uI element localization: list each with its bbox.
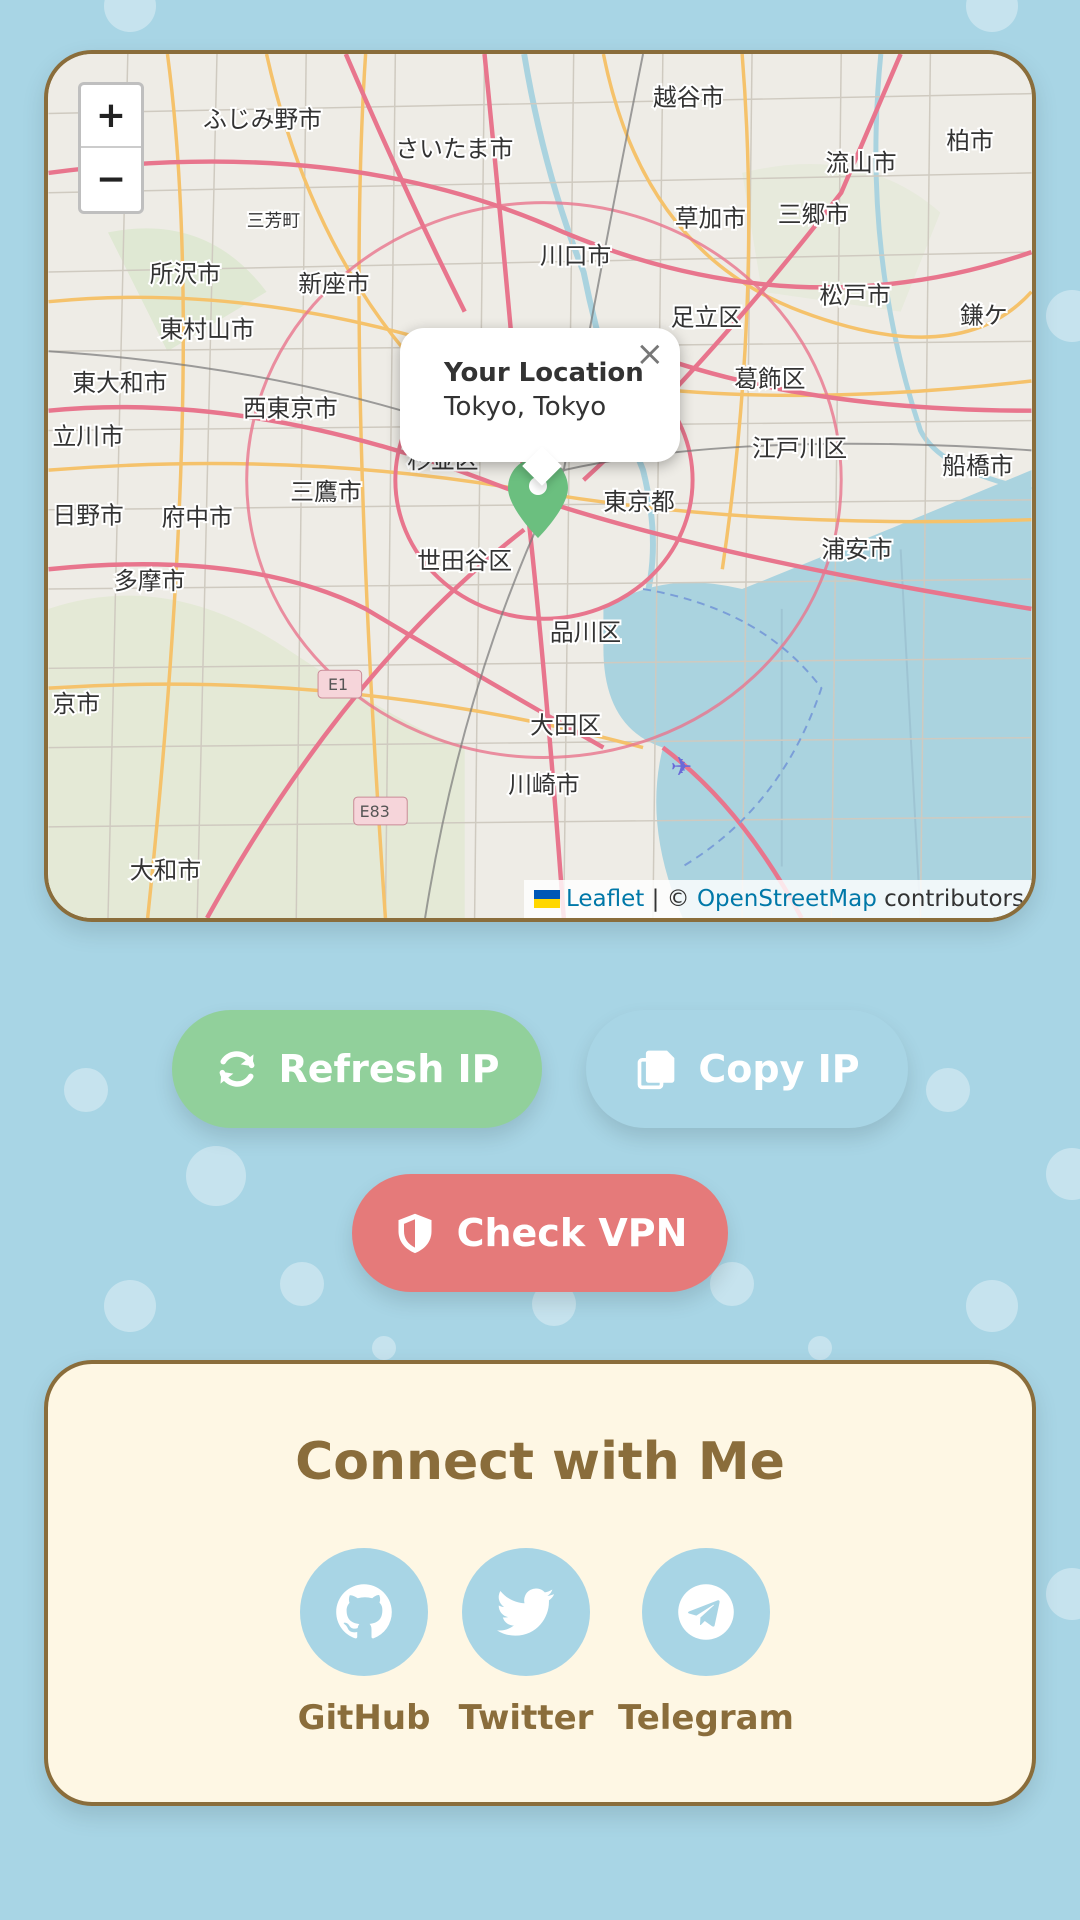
svg-text:E83: E83 bbox=[360, 802, 390, 821]
shield-icon bbox=[398, 1213, 432, 1254]
popup-close-icon[interactable]: × bbox=[636, 334, 665, 374]
svg-text:所沢市: 所沢市 bbox=[150, 260, 221, 288]
refresh-ip-label: Refresh IP bbox=[278, 1047, 500, 1091]
svg-text:立川市: 立川市 bbox=[53, 422, 124, 450]
check-vpn-button[interactable]: Check VPN bbox=[352, 1174, 728, 1292]
svg-text:京市: 京市 bbox=[53, 690, 101, 718]
svg-text:江戸川区: 江戸川区 bbox=[752, 434, 847, 462]
svg-text:世田谷区: 世田谷区 bbox=[417, 547, 512, 575]
twitter-label: Twitter bbox=[458, 1698, 594, 1738]
twitter-button[interactable] bbox=[462, 1548, 590, 1676]
telegram-label: Telegram bbox=[618, 1698, 794, 1738]
svg-text:松戸市: 松戸市 bbox=[819, 282, 890, 310]
zoom-control: + − bbox=[78, 82, 144, 214]
svg-text:東村山市: 東村山市 bbox=[160, 315, 255, 343]
svg-text:多摩市: 多摩市 bbox=[114, 567, 185, 595]
svg-text:大和市: 大和市 bbox=[130, 856, 201, 884]
svg-text:葛飾区: 葛飾区 bbox=[734, 365, 805, 393]
github-button[interactable] bbox=[300, 1548, 428, 1676]
leaflet-link[interactable]: Leaflet bbox=[566, 886, 644, 912]
svg-text:ふじみ野市: ふじみ野市 bbox=[203, 105, 322, 133]
svg-text:鎌ケ: 鎌ケ bbox=[960, 302, 1008, 330]
svg-text:川崎市: 川崎市 bbox=[508, 771, 579, 799]
svg-text:浦安市: 浦安市 bbox=[821, 535, 892, 563]
location-map[interactable]: ✈ E1 E83 越谷市 ふじみ野市 さいたま市 柏市 流山市 三芳町 草加市 … bbox=[44, 50, 1036, 922]
svg-text:品川区: 品川区 bbox=[550, 619, 621, 647]
svg-text:越谷市: 越谷市 bbox=[653, 84, 724, 112]
zoom-in-button[interactable]: + bbox=[81, 85, 141, 148]
svg-text:西東京市: 西東京市 bbox=[243, 395, 338, 423]
openstreetmap-link[interactable]: OpenStreetMap bbox=[697, 886, 877, 912]
connect-card: Connect with Me GitHub Twitter Telegram bbox=[44, 1360, 1036, 1806]
attribution-separator: | © bbox=[644, 886, 697, 912]
zoom-out-button[interactable]: − bbox=[81, 148, 141, 211]
svg-text:草加市: 草加市 bbox=[675, 204, 746, 232]
refresh-ip-button[interactable]: Refresh IP bbox=[172, 1010, 542, 1128]
svg-text:日野市: 日野市 bbox=[53, 502, 124, 530]
svg-text:三郷市: 三郷市 bbox=[778, 200, 849, 228]
svg-text:府中市: 府中市 bbox=[162, 504, 233, 532]
svg-text:さいたま市: さいたま市 bbox=[395, 135, 513, 163]
svg-text:柏市: 柏市 bbox=[946, 127, 994, 155]
svg-text:東大和市: 東大和市 bbox=[72, 369, 167, 397]
svg-text:川口市: 川口市 bbox=[540, 242, 611, 270]
check-vpn-label: Check VPN bbox=[456, 1211, 688, 1255]
twitter-icon bbox=[497, 1588, 555, 1636]
svg-text:足立区: 足立区 bbox=[671, 303, 742, 331]
svg-text:三芳町: 三芳町 bbox=[247, 210, 301, 231]
svg-text:大田区: 大田区 bbox=[530, 712, 601, 740]
copy-ip-label: Copy IP bbox=[698, 1047, 860, 1091]
svg-text:東京都: 東京都 bbox=[603, 488, 674, 516]
map-attribution: Leaflet | © OpenStreetMap contributors bbox=[523, 880, 1032, 918]
location-popup: Your Location Tokyo, Tokyo × bbox=[400, 328, 680, 462]
svg-text:船橋市: 船橋市 bbox=[942, 452, 1013, 480]
connect-title: Connect with Me bbox=[295, 1432, 785, 1492]
svg-text:新座市: 新座市 bbox=[298, 270, 369, 298]
social-link-twitter[interactable]: Twitter bbox=[426, 1548, 626, 1738]
copy-icon bbox=[638, 1050, 675, 1090]
svg-text:E1: E1 bbox=[328, 675, 348, 694]
popup-subtitle: Tokyo, Tokyo bbox=[444, 392, 607, 422]
social-link-telegram[interactable]: Telegram bbox=[606, 1548, 806, 1738]
svg-text:✈: ✈ bbox=[671, 752, 693, 782]
github-icon bbox=[336, 1584, 392, 1639]
attribution-suffix: contributors bbox=[876, 886, 1024, 912]
telegram-icon bbox=[678, 1584, 734, 1640]
ukraine-flag-icon bbox=[533, 890, 560, 908]
copy-ip-button[interactable]: Copy IP bbox=[586, 1010, 908, 1128]
refresh-icon bbox=[219, 1051, 254, 1087]
svg-text:三鷹市: 三鷹市 bbox=[290, 478, 361, 506]
telegram-button[interactable] bbox=[642, 1548, 770, 1676]
svg-text:流山市: 流山市 bbox=[825, 149, 896, 177]
